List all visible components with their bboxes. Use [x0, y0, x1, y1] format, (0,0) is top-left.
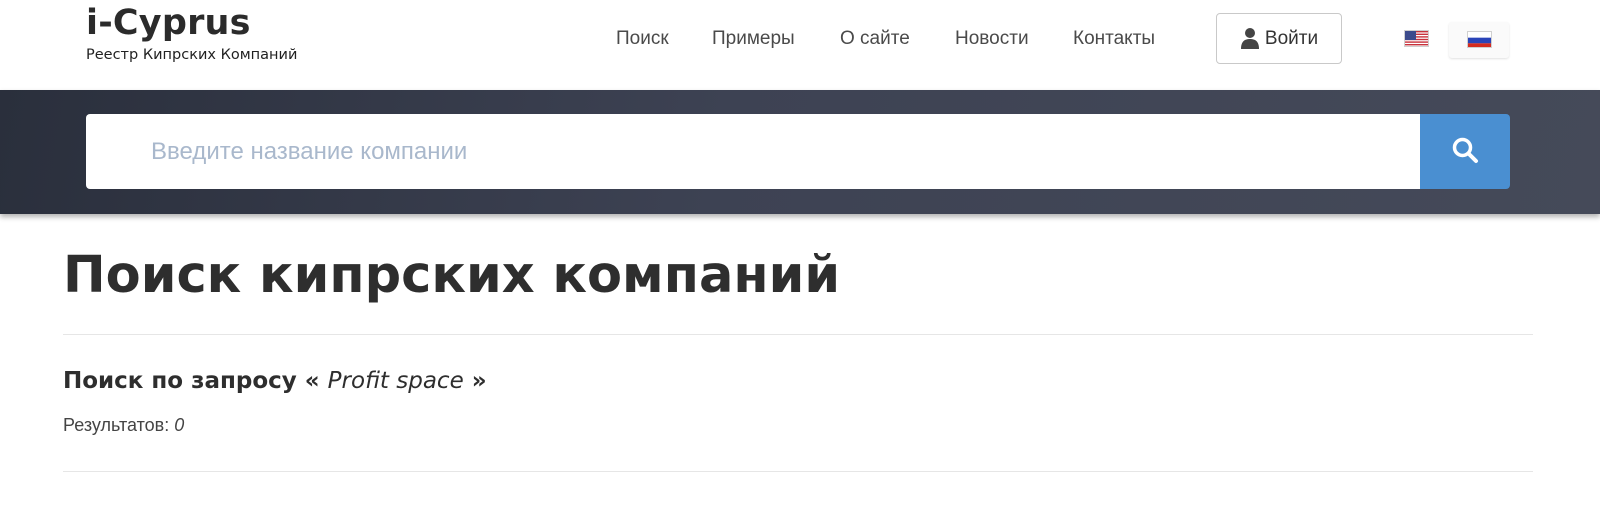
us-flag-icon[interactable]: [1404, 30, 1429, 47]
language-ru-active[interactable]: [1449, 22, 1509, 58]
login-button[interactable]: Войти: [1216, 13, 1342, 64]
results-count: 0: [174, 415, 185, 435]
query-suffix: »: [471, 368, 487, 394]
brand-title[interactable]: i-Cyprus: [86, 2, 297, 44]
site-header: i-Cyprus Реестр Кипрских Компаний Поиск …: [0, 0, 1600, 90]
nav-item-examples[interactable]: Примеры: [712, 26, 795, 52]
nav-item-search[interactable]: Поиск: [616, 26, 669, 52]
nav-item-about[interactable]: О сайте: [840, 26, 910, 52]
search-input[interactable]: [86, 114, 1420, 189]
query-prefix: Поиск по запросу «: [63, 368, 320, 394]
user-icon: [1240, 27, 1260, 49]
divider-bottom: [63, 471, 1533, 472]
nav-item-contacts[interactable]: Контакты: [1073, 26, 1155, 52]
russia-flag-icon: [1467, 31, 1492, 48]
login-label: Войти: [1264, 27, 1319, 49]
brand[interactable]: i-Cyprus Реестр Кипрских Компаний: [86, 2, 297, 64]
search-button[interactable]: [1420, 114, 1510, 189]
query-value: Profit space: [327, 368, 464, 394]
search-band: [0, 90, 1600, 214]
nav-item-news[interactable]: Новости: [955, 26, 1029, 52]
results-count-line: Результатов: 0: [63, 413, 184, 437]
search-query-heading: Поиск по запросу « Profit space »: [63, 366, 487, 396]
search-icon: [1451, 136, 1479, 167]
divider: [63, 334, 1533, 335]
results-label: Результатов:: [63, 415, 170, 435]
page-title: Поиск кипрских компаний: [63, 246, 841, 305]
brand-subtitle: Реестр Кипрских Компаний: [86, 47, 298, 63]
